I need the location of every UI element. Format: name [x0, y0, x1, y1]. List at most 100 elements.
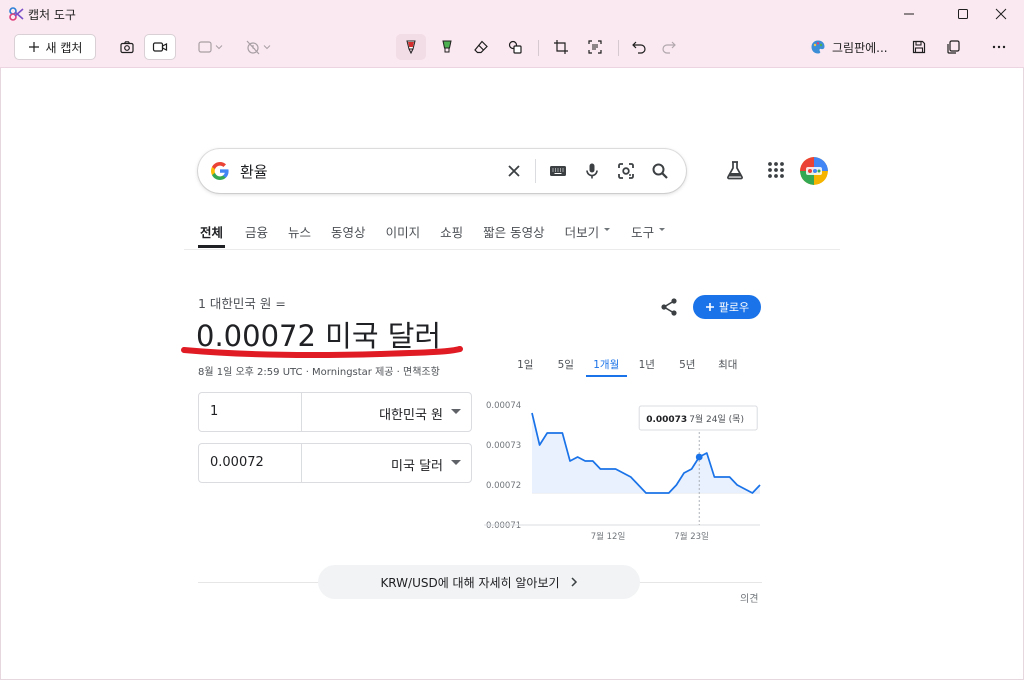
exchange-rate-chart[interactable]: 0.00074 0.00073 0.00072 0.00071 7월 12일 7월 23일…	[484, 392, 766, 552]
delay-timer-dropdown[interactable]	[240, 34, 276, 60]
search-icon	[652, 163, 668, 179]
highlighter-icon	[442, 40, 452, 53]
search-labs-button[interactable]	[723, 158, 747, 182]
screenshot-mode-button[interactable]	[112, 34, 142, 60]
snip-shape-dropdown[interactable]	[192, 34, 228, 60]
y-tick-label: 0.00071	[486, 521, 521, 531]
feedback-link[interactable]: 의견	[740, 590, 758, 605]
minimize-icon	[904, 13, 914, 15]
pen-icon	[406, 40, 416, 55]
to-amount-input[interactable]: 0.00072	[210, 455, 264, 470]
from-currency-row: 1 대한민국 원	[198, 392, 472, 432]
video-mode-button[interactable]	[144, 34, 176, 60]
tab-label: 전체	[200, 225, 224, 240]
tab-finance[interactable]: 금융	[245, 222, 268, 248]
save-button[interactable]	[904, 34, 934, 60]
lens-icon	[618, 163, 634, 179]
tab-all[interactable]: 전체	[198, 222, 226, 248]
tab-label: 동영상	[331, 225, 366, 240]
y-tick-label: 0.00073	[486, 441, 521, 451]
timer-off-icon	[246, 40, 260, 55]
search-box[interactable]: 환율	[198, 149, 686, 193]
range-max[interactable]: 최대	[708, 357, 749, 377]
to-currency-row: 0.00072 미국 달러	[198, 443, 472, 483]
tab-label: 금융	[245, 225, 269, 240]
chart-range-tabs: 1일 5일 1개월 1년 5년 최대	[505, 357, 748, 377]
window-title: 캡처 도구	[28, 8, 76, 22]
flask-icon	[727, 161, 743, 180]
learn-more-label: KRW/USD에 대해 자세히 알아보기	[380, 575, 560, 590]
range-5d[interactable]: 5일	[546, 357, 587, 377]
tab-videos[interactable]: 동영상	[331, 222, 366, 248]
open-in-paint-label: 그림판에...	[832, 40, 888, 55]
tab-news[interactable]: 뉴스	[288, 222, 311, 248]
account-avatar[interactable]	[800, 157, 828, 185]
keyboard-button[interactable]	[548, 161, 568, 181]
chevron-down-icon	[263, 45, 271, 50]
undo-icon	[632, 41, 646, 54]
google-logo-icon	[211, 162, 229, 180]
camera-icon	[120, 41, 134, 54]
redo-button[interactable]	[654, 34, 684, 60]
more-options-button[interactable]	[984, 34, 1014, 60]
image-search-button[interactable]	[616, 161, 636, 181]
close-button[interactable]	[978, 0, 1024, 28]
caret-down-icon	[659, 228, 666, 231]
crop-button[interactable]	[546, 34, 576, 60]
range-1m[interactable]: 1개월	[586, 357, 627, 377]
conversion-from-label: 1 대한민국 원 =	[198, 296, 286, 311]
tab-label: 도구	[631, 225, 655, 240]
shapes-icon	[508, 40, 522, 54]
tab-more[interactable]: 더보기	[565, 222, 612, 248]
y-tick-label: 0.00072	[486, 481, 521, 491]
paint-icon	[811, 40, 825, 54]
chevron-down-icon	[215, 45, 223, 50]
snipping-tool-icon	[9, 7, 24, 21]
search-query[interactable]: 환율	[240, 161, 268, 182]
from-currency-select[interactable]: 대한민국 원	[379, 404, 443, 423]
tab-label: 짧은 동영상	[483, 225, 545, 240]
range-5y[interactable]: 5년	[667, 357, 708, 377]
from-amount-input[interactable]: 1	[210, 404, 218, 419]
maximize-icon	[958, 9, 968, 19]
open-in-paint-button[interactable]: 그림판에...	[810, 34, 888, 60]
follow-label: 팔로우	[718, 301, 750, 314]
search-button[interactable]	[650, 161, 670, 181]
pen-tool-button[interactable]	[396, 34, 426, 60]
search-tabs: 전체 금융 뉴스 동영상 이미지 쇼핑 짧은 동영상 더보기 도구	[198, 222, 686, 248]
minimize-button[interactable]	[886, 0, 932, 28]
tab-label: 이미지	[385, 225, 421, 240]
shapes-tool-button[interactable]	[500, 34, 530, 60]
to-currency-select[interactable]: 미국 달러	[391, 455, 443, 474]
follow-button[interactable]: 팔로우	[693, 295, 761, 319]
google-apps-button[interactable]	[764, 158, 788, 182]
rate-timestamp: 8월 1일 오후 2:59 UTC · Morningstar 제공 · 면책조…	[198, 367, 440, 378]
copy-button[interactable]	[938, 34, 968, 60]
voice-search-button[interactable]	[582, 161, 602, 181]
clear-search-button[interactable]	[504, 161, 524, 181]
toolbar-divider	[618, 40, 619, 56]
range-1d[interactable]: 1일	[505, 357, 546, 377]
keyboard-icon	[550, 166, 566, 176]
tab-short-videos[interactable]: 짧은 동영상	[483, 222, 544, 248]
share-icon[interactable]	[658, 296, 680, 318]
save-icon	[912, 40, 926, 54]
new-capture-button[interactable]: 새 캡처	[14, 34, 96, 60]
row-divider	[301, 393, 302, 431]
x-tick-label: 7월 23일	[674, 531, 709, 542]
tab-images[interactable]: 이미지	[386, 222, 421, 248]
eraser-icon	[474, 40, 488, 54]
learn-more-button[interactable]: KRW/USD에 대해 자세히 알아보기	[318, 565, 640, 599]
undo-button[interactable]	[624, 34, 654, 60]
tab-tools[interactable]: 도구	[631, 222, 666, 248]
chevron-right-icon	[571, 577, 577, 587]
eraser-tool-button[interactable]	[466, 34, 496, 60]
copy-icon	[947, 40, 960, 54]
range-1y[interactable]: 1년	[627, 357, 668, 377]
close-icon	[995, 8, 1007, 20]
tab-shopping[interactable]: 쇼핑	[440, 222, 463, 248]
apps-grid-icon	[768, 162, 784, 178]
highlighter-tool-button[interactable]	[432, 34, 462, 60]
text-actions-button[interactable]	[580, 34, 610, 60]
plus-icon	[705, 303, 714, 311]
